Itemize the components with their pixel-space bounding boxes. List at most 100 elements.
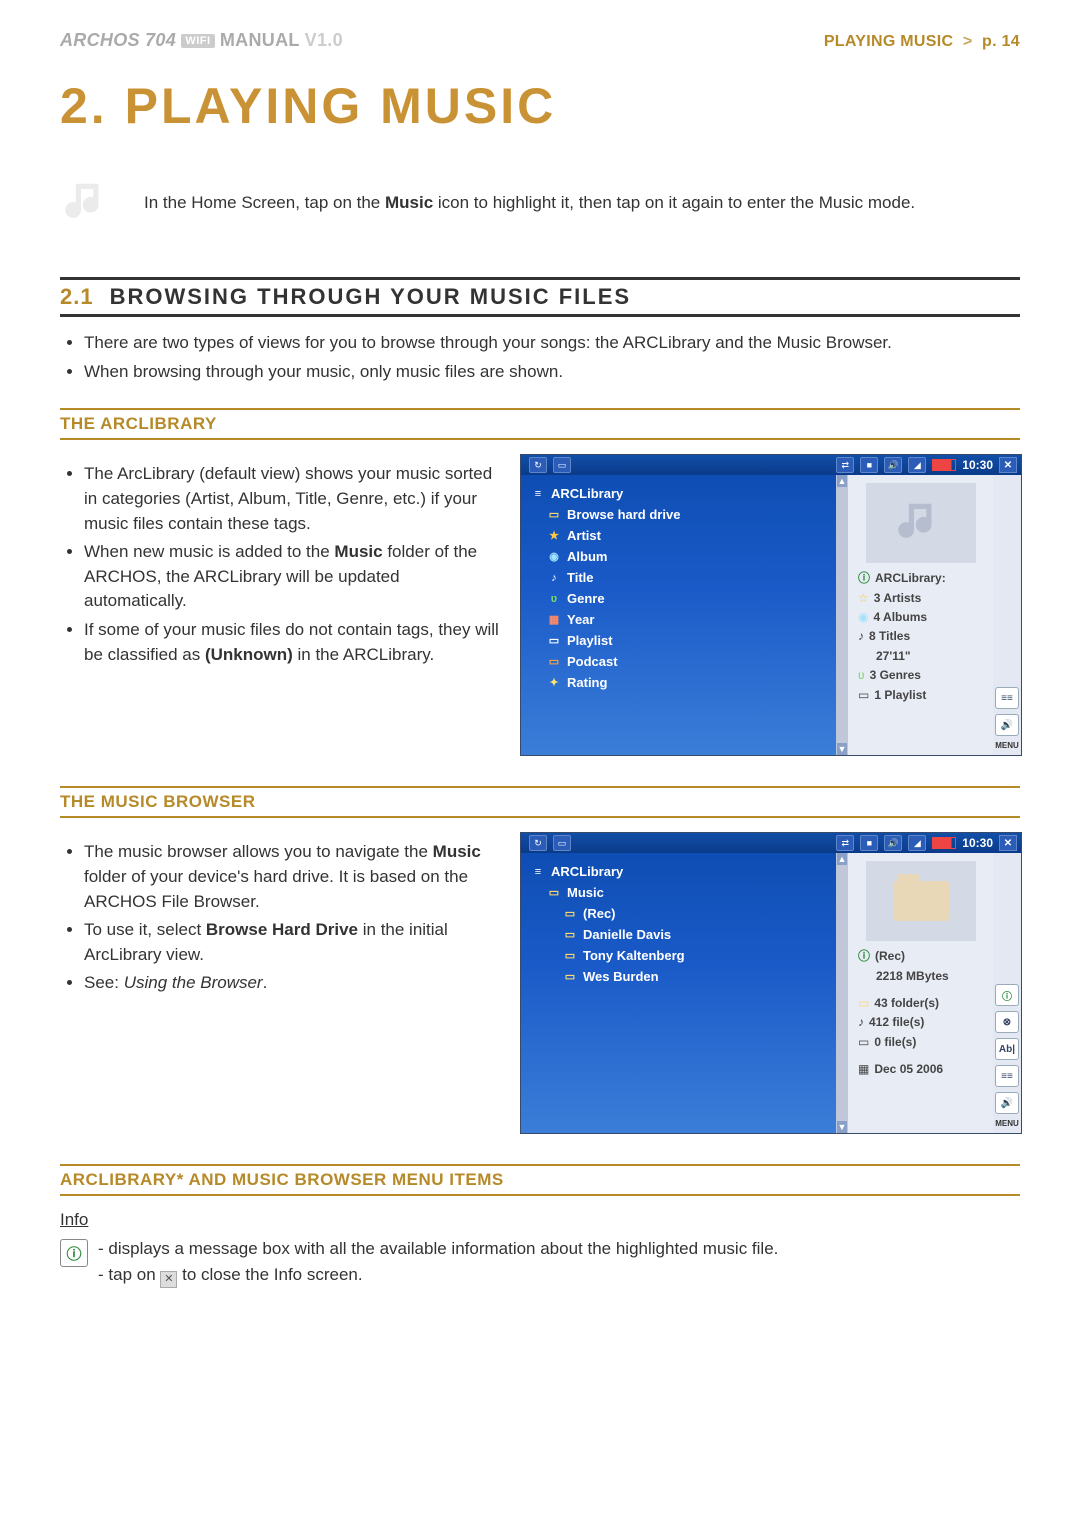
library-icon: ≡	[531, 488, 545, 500]
header-right: PLAYING MUSIC > p. 14	[824, 33, 1020, 51]
section-2-1-header: 2.1 BROWSING THROUGH YOUR MUSIC FILES	[60, 277, 1020, 317]
speaker-icon[interactable]: 🔊	[884, 457, 902, 473]
titlebar: ↻ ▭ ⇄ ■ 🔊 ◢ 10:30 ✕	[521, 833, 1021, 853]
scroll-down-icon[interactable]: ▼	[837, 1121, 847, 1133]
scroll-up-icon[interactable]: ▲	[837, 853, 847, 865]
thumbnail	[866, 483, 976, 563]
musicbrowser-heading: THE MUSIC BROWSER	[60, 786, 1020, 818]
list-item[interactable]: ▭Music	[527, 882, 830, 903]
signal-icon: ◢	[908, 835, 926, 851]
list-item[interactable]: ▭Tony Kaltenberg	[527, 945, 830, 966]
info-panel: ⓘ(Rec) 2218 MBytes ▭43 folder(s) ♪412 fi…	[848, 853, 993, 1133]
bullet: When browsing through your music, only m…	[84, 360, 1020, 385]
close-icon[interactable]: ✕	[999, 835, 1017, 851]
page-header: ARCHOS 704 WIFI MANUAL V1.0 PLAYING MUSI…	[60, 30, 1020, 51]
library-icon: ≡	[531, 866, 545, 878]
delete-icon[interactable]: ⊗	[995, 1011, 1019, 1033]
bullet: The music browser allows you to navigate…	[84, 840, 500, 914]
list-item[interactable]: ★Artist	[527, 525, 830, 546]
menu-label[interactable]: MENU	[995, 741, 1019, 750]
scrollbar[interactable]: ▲ ▼	[836, 475, 848, 755]
list-item[interactable]: ≡ARCLibrary	[527, 483, 830, 504]
list-item[interactable]: ▭(Rec)	[527, 903, 830, 924]
disc-icon: ◉	[547, 551, 561, 563]
folder-nav-icon[interactable]: ▭	[553, 457, 571, 473]
note-icon: ♪	[858, 1014, 864, 1031]
stop-icon[interactable]: ■	[860, 457, 878, 473]
genre-icon: ʋ	[858, 667, 865, 684]
info-menu-item: Info ⓘ - displays a message box with all…	[60, 1210, 1020, 1288]
folder-icon: ▭	[563, 929, 577, 941]
list-item[interactable]: ≡ARCLibrary	[527, 861, 830, 882]
folder-icon: ▭	[563, 908, 577, 920]
sep: >	[963, 33, 973, 50]
version-label: V1.0	[305, 30, 343, 50]
speaker-icon[interactable]: 🔊	[995, 714, 1019, 736]
rating-icon: ✦	[547, 677, 561, 689]
close-icon: ✕	[160, 1271, 177, 1288]
clock: 10:30	[962, 458, 993, 472]
folder-icon: ▭	[547, 887, 561, 899]
rename-icon[interactable]: Ab|	[995, 1038, 1019, 1060]
list-view-icon[interactable]: ≡≡	[995, 687, 1019, 709]
list-item[interactable]: ◉Album	[527, 546, 830, 567]
list-item[interactable]: ✦Rating	[527, 672, 830, 693]
musicbrowser-screenshot: ↻ ▭ ⇄ ■ 🔊 ◢ 10:30 ✕ ≡ARCLibrary ▭Music ▭	[520, 832, 1022, 1134]
bullet: There are two types of views for you to …	[84, 331, 1020, 356]
genre-icon: ʋ	[547, 593, 561, 605]
arclibrary-list: ≡ARCLibrary ▭Browse hard drive ★Artist ◉…	[521, 475, 836, 755]
section-name: PLAYING MUSIC	[824, 33, 954, 50]
refresh-icon[interactable]: ↻	[529, 457, 547, 473]
list-item[interactable]: ʋGenre	[527, 588, 830, 609]
scroll-up-icon[interactable]: ▲	[837, 475, 847, 487]
section-2-1-bullets: There are two types of views for you to …	[66, 331, 1020, 384]
list-item[interactable]: ▭Browse hard drive	[527, 504, 830, 525]
titlebar: ↻ ▭ ⇄ ■ 🔊 ◢ 10:30 ✕	[521, 455, 1021, 475]
list-item[interactable]: ▭Podcast	[527, 651, 830, 672]
bullet: The ArcLibrary (default view) shows your…	[84, 462, 500, 536]
list-item[interactable]: ▭Wes Burden	[527, 966, 830, 987]
scroll-down-icon[interactable]: ▼	[837, 743, 847, 755]
folder-icon: ▭	[563, 971, 577, 983]
list-view-icon[interactable]: ≡≡	[995, 1065, 1019, 1087]
note-icon: ♪	[858, 628, 864, 645]
stop-icon[interactable]: ■	[860, 835, 878, 851]
speaker-icon[interactable]: 🔊	[995, 1092, 1019, 1114]
speaker-icon[interactable]: 🔊	[884, 835, 902, 851]
scrollbar[interactable]: ▲ ▼	[836, 853, 848, 1133]
info-icon[interactable]: ⓘ	[995, 984, 1019, 1006]
intro-text: In the Home Screen, tap on the Music ico…	[144, 191, 1020, 216]
bullet: See: Using the Browser.	[84, 971, 500, 996]
close-icon[interactable]: ✕	[999, 457, 1017, 473]
info-panel: ⓘARCLibrary: ☆3 Artists ◉4 Albums ♪8 Tit…	[848, 475, 993, 755]
brand: ARCHOS 704	[60, 30, 176, 50]
disc-icon: ◉	[858, 609, 868, 626]
playlist-icon: ▭	[858, 1034, 869, 1051]
star-icon: ☆	[858, 590, 869, 607]
folder-nav-icon[interactable]: ▭	[553, 835, 571, 851]
bullet: To use it, select Browse Hard Drive in t…	[84, 918, 500, 967]
menuitems-heading: ARCLIBRARY* AND MUSIC BROWSER MENU ITEMS	[60, 1164, 1020, 1196]
clock: 10:30	[962, 836, 993, 850]
arclibrary-screenshot: ↻ ▭ ⇄ ■ 🔊 ◢ 10:30 ✕ ≡ARCLibrary ▭Browse …	[520, 454, 1022, 756]
battery-icon	[932, 459, 956, 471]
browser-list: ≡ARCLibrary ▭Music ▭(Rec) ▭Danielle Davi…	[521, 853, 836, 1133]
list-item[interactable]: ▭Danielle Davis	[527, 924, 830, 945]
refresh-icon[interactable]: ↻	[529, 835, 547, 851]
playlist-icon: ▭	[547, 635, 561, 647]
podcast-icon: ▭	[547, 656, 561, 668]
star-icon: ★	[547, 530, 561, 542]
folder-icon: ▭	[563, 950, 577, 962]
folder-icon: ▭	[858, 995, 869, 1012]
list-item[interactable]: ▭Playlist	[527, 630, 830, 651]
info-line: - tap on ✕ to close the Info screen.	[98, 1262, 1020, 1288]
page-title: 2. PLAYING MUSIC	[60, 77, 1020, 135]
info-icon: ⓘ	[858, 570, 870, 587]
calendar-icon: ▦	[858, 1061, 869, 1078]
page-num: p. 14	[982, 33, 1020, 50]
menu-label[interactable]: MENU	[995, 1119, 1019, 1128]
list-item[interactable]: ▦Year	[527, 609, 830, 630]
calendar-icon: ▦	[547, 614, 561, 626]
list-item[interactable]: ♪Title	[527, 567, 830, 588]
bullet: If some of your music files do not conta…	[84, 618, 500, 667]
